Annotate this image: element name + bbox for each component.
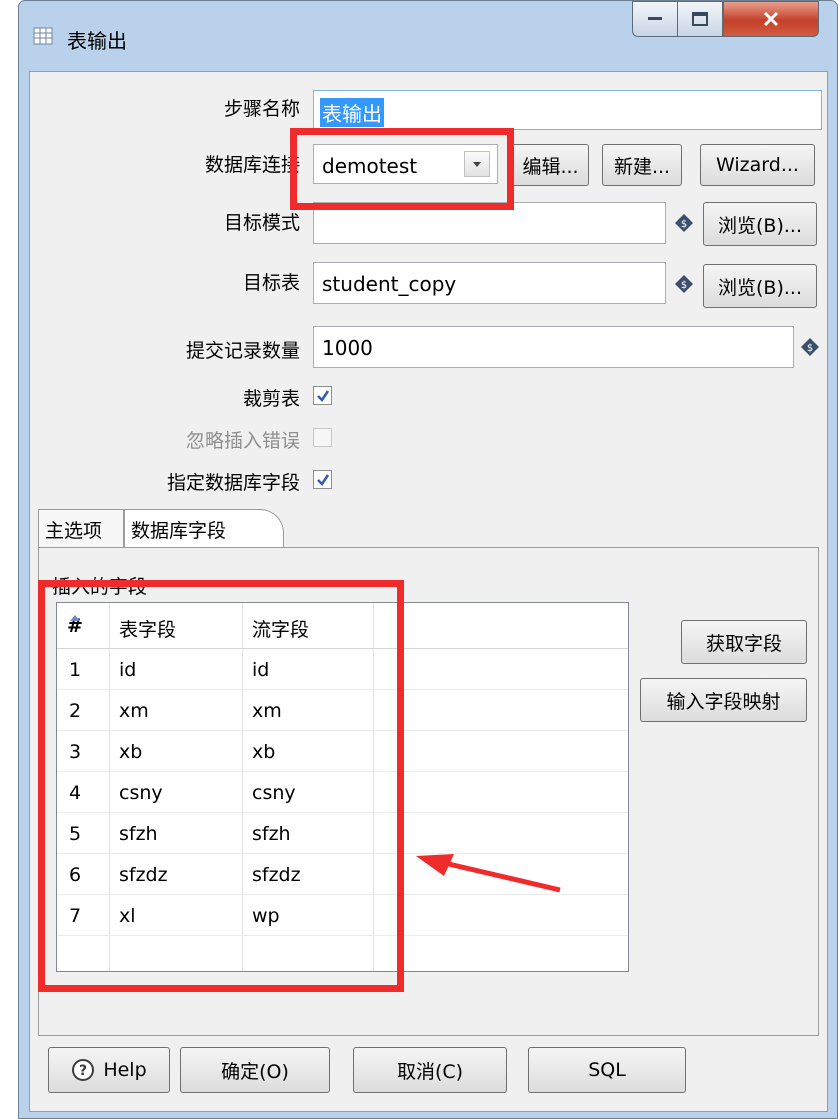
- commit-size-input[interactable]: 1000: [313, 326, 794, 368]
- ok-button[interactable]: 确定(O): [180, 1047, 330, 1093]
- dollar-diamond-icon[interactable]: $: [801, 338, 819, 356]
- cancel-button[interactable]: 取消(C): [353, 1047, 507, 1093]
- specify-fields-label: 指定数据库字段: [166, 472, 300, 494]
- browse-table-button[interactable]: 浏览(B)...: [703, 264, 817, 308]
- minimize-icon: [648, 17, 662, 20]
- svg-text:$: $: [681, 219, 687, 230]
- ignore-errors-label: 忽略插入错误: [185, 430, 300, 452]
- db-connection-label: 数据库连接: [204, 154, 300, 176]
- map-fields-button[interactable]: 输入字段映射: [640, 678, 807, 722]
- check-icon: [317, 474, 330, 486]
- wizard-button[interactable]: Wizard...: [700, 144, 815, 186]
- edit-connection-button[interactable]: 编辑...: [512, 144, 589, 186]
- help-button[interactable]: ? Help: [48, 1047, 170, 1093]
- maximize-icon: [692, 12, 708, 26]
- close-button[interactable]: [723, 1, 819, 37]
- dollar-diamond-icon[interactable]: $: [675, 214, 693, 232]
- check-icon: [317, 390, 330, 402]
- annotation-box-connection: [290, 128, 514, 210]
- tab-db-fields[interactable]: 数据库字段: [124, 509, 284, 547]
- target-table-label: 目标表: [242, 272, 300, 294]
- annotation-arrow: [416, 854, 561, 893]
- minimize-button[interactable]: [632, 1, 678, 37]
- commit-size-value: 1000: [322, 336, 373, 360]
- specify-fields-checkbox[interactable]: [313, 470, 332, 489]
- help-label: Help: [103, 1059, 147, 1081]
- maximize-button[interactable]: [677, 1, 723, 37]
- close-icon: [763, 12, 779, 26]
- truncate-label: 裁剪表: [242, 388, 300, 410]
- tab-main-options[interactable]: 主选项: [38, 509, 124, 547]
- question-circle-icon: ?: [72, 1059, 95, 1081]
- step-name-label: 步骤名称: [223, 98, 300, 120]
- browse-schema-button[interactable]: 浏览(B)...: [703, 202, 817, 246]
- step-name-value: 表输出: [320, 98, 384, 127]
- get-fields-button[interactable]: 获取字段: [681, 620, 807, 664]
- step-name-input[interactable]: 表输出: [313, 90, 822, 130]
- dollar-diamond-icon[interactable]: $: [675, 275, 693, 293]
- svg-text:$: $: [681, 280, 687, 291]
- new-connection-button[interactable]: 新建...: [602, 144, 682, 186]
- commit-size-label: 提交记录数量: [185, 340, 300, 362]
- truncate-checkbox[interactable]: [313, 386, 332, 405]
- svg-text:?: ?: [79, 1063, 87, 1079]
- target-table-value: student_copy: [322, 272, 457, 296]
- svg-text:$: $: [807, 343, 813, 354]
- annotation-box-fields: [38, 580, 404, 992]
- window-title: 表输出: [67, 29, 127, 53]
- target-schema-label: 目标模式: [223, 212, 300, 234]
- title-bar[interactable]: 表输出: [19, 1, 837, 71]
- table-icon: [33, 27, 53, 45]
- target-table-input[interactable]: student_copy: [313, 262, 666, 304]
- sql-button[interactable]: SQL: [528, 1047, 686, 1093]
- ignore-errors-checkbox[interactable]: [313, 428, 332, 447]
